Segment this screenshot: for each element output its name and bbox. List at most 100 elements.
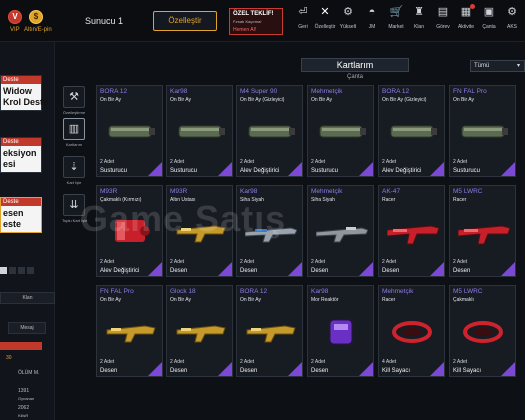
item-card[interactable]: M5 LWRC Çakmaklı 2 Adet Kill Sayacı [449,285,516,377]
weapon-name: FN FAL Pro [453,88,487,95]
item-card[interactable]: M4 Super 90 On Bir Ay (Gizleyici) 2 Adet Al… [236,85,303,177]
card-quantity: 4 Adet [382,359,397,365]
chevron-down-icon: ▾ [516,63,520,69]
weapon-name: BORA 12 [382,88,410,95]
left-panel: Deste Widow Krol Deste Deste eksiyon esi… [0,42,55,420]
card-duration: Altın Ustası [170,197,196,203]
weapon-name: AK-47 [382,188,401,195]
vip-icon[interactable]: V [8,10,22,24]
page-subtitle: Çanta [346,74,363,80]
nav-back[interactable]: ⏎ Geri [291,6,315,38]
nav-clan[interactable]: ♜ Klan [407,6,431,38]
tool-customize[interactable]: ⚒ Özelleştirme [62,86,86,115]
tool-label: Toplu Kart İşle [62,218,88,223]
server-name[interactable]: Sunucu 1 [85,16,123,26]
customize-button[interactable]: Özelleştir [153,11,217,31]
attachment-image [316,227,368,243]
deck-head: Deste [1,198,41,206]
item-card[interactable]: BORA 12 On Bir Ay 2 Adet Susturucu [96,85,163,177]
weapon-name: Glock 18 [170,288,196,295]
pager-dot[interactable] [18,267,25,274]
item-card[interactable]: Kar98 On Bir Ay 2 Adet Susturucu [166,85,233,177]
attachment-image [392,321,432,343]
deck-pager[interactable] [0,261,36,279]
item-card[interactable]: Mehmetçik Siha Siyah 2 Adet Desen [307,185,374,277]
deck-card-1[interactable]: Deste Widow Krol Deste [0,75,48,111]
item-card[interactable]: FN FAL Pro On Bir Ay 2 Adet Susturucu [449,85,516,177]
health-bar [0,342,42,350]
attachment-image [106,325,156,343]
back-icon: ⏎ [298,6,308,18]
item-card[interactable]: AK-47 Racer 2 Adet Desen [378,185,445,277]
filter-dropdown[interactable]: Tümü ▾ [470,60,525,72]
attachment-image [246,325,296,343]
card-type: Susturucu [170,168,198,174]
card-quantity: 2 Adet [170,159,185,165]
weapon-name: Kar98 [311,288,329,295]
deck-name: eksiyon esi [1,146,41,172]
item-card[interactable]: BORA 12 On Bir Ay 2 Adet Desen [236,285,303,377]
offer-title: ÖZEL TEKLİF! [233,11,274,17]
nav-mission[interactable]: ▤ Görev [431,6,455,38]
special-offer-banner[interactable]: ÖZEL TEKLİF! Fırsatı Kaçırma! Hemen Al! [229,8,283,35]
clan-row[interactable]: Klan [0,292,55,304]
weapon-name: BORA 12 [240,288,268,295]
pager-dot[interactable] [0,267,7,274]
item-card[interactable]: Kar98 Mor Reaktör 2 Adet Desen [307,285,374,377]
weapon-name: M5 LWRC [453,288,483,295]
item-card[interactable]: M5 LWRC Racer 2 Adet Desen [449,185,516,277]
attachment-image [390,125,437,138]
nav-label: Geri [298,24,308,30]
deck-card-2[interactable]: Deste eksiyon esi [0,137,42,173]
attachment-image [176,325,226,343]
rarity-corner [218,362,232,376]
nav-customize[interactable]: ✕ Özelleştir [313,6,337,38]
deck-card-3[interactable]: Deste esen este [0,197,42,233]
tool-label: Özelleştirme [62,110,86,115]
gold-coin-icon[interactable]: $ [29,10,43,24]
bag-icon: ▣ [483,6,495,18]
item-card[interactable]: Glock 18 On Bir Ay 2 Adet Desen [166,285,233,377]
nav-label: Çanta [482,24,496,30]
card-type: Alev Değiştirici [100,268,140,274]
item-card[interactable]: Mehmetçik On Bir Ay 2 Adet Susturucu [307,85,374,177]
item-card[interactable]: FN FAL Pro On Bir Ay 2 Adet Desen [96,285,163,377]
nav-activity[interactable]: ▦ Aktivite [454,4,478,38]
weapon-name: Mehmetçik [382,288,414,295]
clan-icon: ♜ [414,6,424,18]
item-card[interactable]: BORA 12 On Bir Ay (Gizleyici) 2 Adet Alev D… [378,85,445,177]
weapon-name: BORA 12 [100,88,128,95]
message-button[interactable]: Mesaj [8,322,46,334]
nav-label: JM [368,24,376,30]
pager-dot[interactable] [27,267,34,274]
page-title: Kartlarım [301,58,409,72]
card-quantity: 2 Adet [170,359,185,365]
item-card[interactable]: M93R Çakmaklı (Kırmızı) 2 Adet Alev Değişti… [96,185,163,277]
tool-bulk-process[interactable]: ⇊ Toplu Kart İşle [62,194,88,223]
card-type: Desen [170,368,188,374]
card-quantity: 2 Adet [453,359,468,365]
item-card[interactable]: Kar98 Siha Siyah 2 Adet Desen [236,185,303,277]
cart-icon: 🛒 [389,6,404,18]
pager-dot[interactable] [9,267,16,274]
tool-process-card[interactable]: ⇣ Kart İşle [62,156,86,185]
card-quantity: 2 Adet [240,159,255,165]
tool-my-cards[interactable]: ▥ Kartlarım [62,118,86,147]
item-card[interactable]: Mehmetçik Racer 4 Adet Kill Sayacı [378,285,445,377]
weapon-name: M4 Super 90 [240,88,278,95]
item-card[interactable]: M93R Altın Ustası 2 Adet Desen [166,185,233,277]
nav-aks[interactable]: ⚙ AKS [500,6,524,38]
nav-bag[interactable]: ▣ Çanta [477,6,501,38]
nav-jm[interactable]: ◓ JM [360,6,384,38]
nav-upgrade[interactable]: ⚙ Yükselt [336,6,360,38]
nav-label: Market [388,24,404,30]
card-duration: On Bir Ay [311,97,333,103]
card-duration: On Bir Ay (Gizleyici) [382,97,427,103]
card-type: Susturucu [311,168,339,174]
attachment-image [461,125,508,138]
card-quantity: 2 Adet [170,259,185,265]
nav-market[interactable]: 🛒 Market [384,6,408,38]
rarity-corner [148,162,162,176]
weapon-name: M93R [100,188,118,195]
card-type: Alev Değiştirici [382,168,422,174]
